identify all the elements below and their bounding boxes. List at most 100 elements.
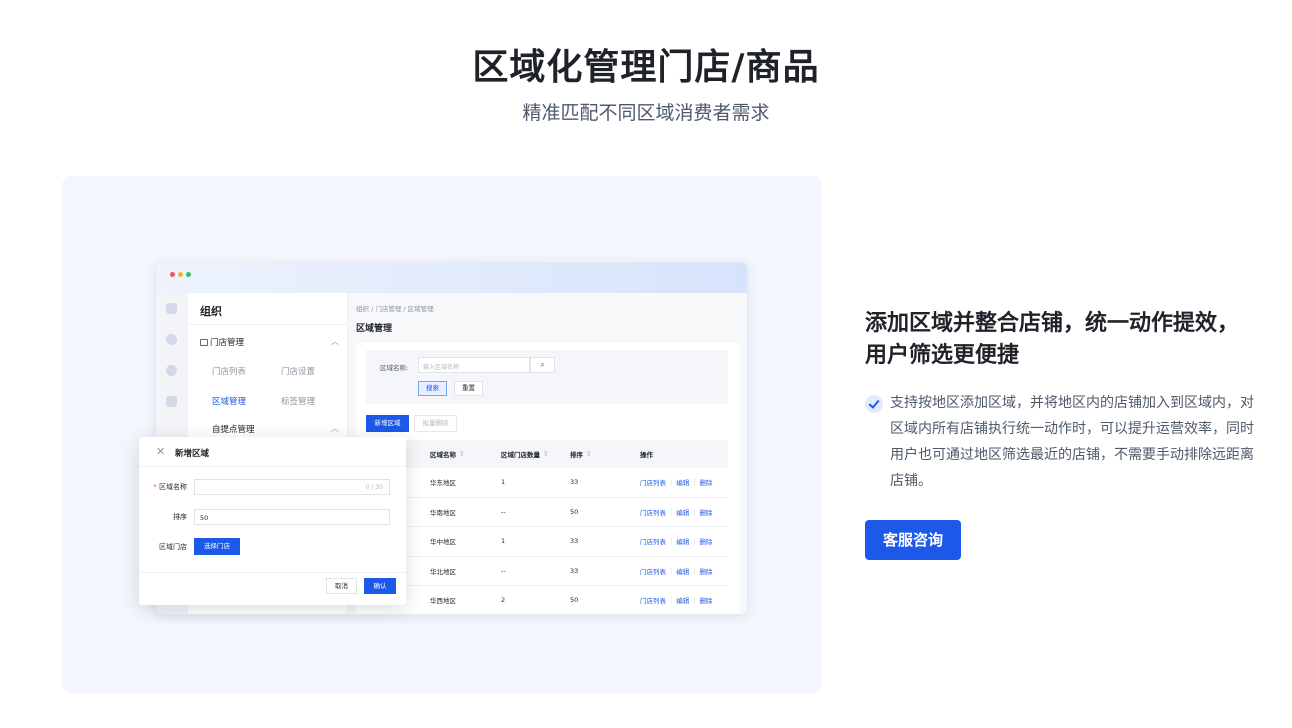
action-separator: | <box>693 566 696 575</box>
menu-group-pickup-management[interactable]: 自提点管理 <box>212 423 255 435</box>
row-actions: 门店列表 | 编辑 | 删除 <box>640 586 712 614</box>
sort-cell: 33 <box>570 537 579 546</box>
action-separator: | <box>693 478 696 487</box>
table-row: 华东地区 1 33 门店列表 | 编辑 | 删除 <box>366 468 728 498</box>
product-screenshot-panel: 组织 门店管理 ︿ 门店列表 门店设置 区域管理 标签管理 自提点管理 ︿ 组织… <box>62 176 822 693</box>
column-header-actions: 操作 <box>640 451 653 459</box>
window-close-dot-icon <box>170 272 175 277</box>
sidebar-divider <box>188 324 347 325</box>
store-count-cell: -- <box>501 507 506 516</box>
menu-group-label: 门店管理 <box>210 338 245 348</box>
sort-cell: 50 <box>570 596 579 605</box>
region-store-label: 区域门店 <box>159 543 187 551</box>
breadcrumb[interactable]: 组织 / 门店管理 / 区域管理 <box>356 303 434 313</box>
action-separator: | <box>670 566 673 575</box>
region-name-cell: 华西地区 <box>430 597 456 606</box>
store-list-link[interactable]: 门店列表 <box>640 477 666 487</box>
feature-description-text: 支持按地区添加区域，并将地区内的店铺加入到区域内，对区域内所有店铺执行统一动作时… <box>890 395 1254 489</box>
table-row: 华南地区 -- 50 门店列表 | 编辑 | 删除 <box>366 498 728 527</box>
chevron-up-icon[interactable]: ︿ <box>331 336 339 347</box>
table-row: 华西地区 2 50 门店列表 | 编辑 | 删除 <box>366 586 728 614</box>
region-name-input[interactable]: 输入区域名称 <box>418 357 530 373</box>
sidebar-item-tag-management[interactable]: 标签管理 <box>281 395 315 407</box>
region-name-cell: 华北地区 <box>430 567 456 576</box>
sort-icon: ⇕ <box>586 450 592 458</box>
search-form: 区域名称: 输入区域名称 ⌕ 搜索 重置 <box>366 350 728 404</box>
window-maximize-dot-icon <box>186 272 191 277</box>
window-titlebar <box>156 263 747 293</box>
column-header-sort[interactable]: 排序 ⇕ <box>570 440 591 468</box>
menu-group-store-management[interactable]: 门店管理 <box>200 336 244 348</box>
sort-cell: 50 <box>570 507 579 516</box>
sidebar-item-store-settings[interactable]: 门店设置 <box>281 365 315 377</box>
store-list-link[interactable]: 门店列表 <box>640 566 666 576</box>
row-actions: 门店列表 | 编辑 | 删除 <box>640 468 712 497</box>
store-icon <box>200 339 208 346</box>
row-actions: 门店列表 | 编辑 | 删除 <box>640 557 712 586</box>
region-table: 区域名称 ⇕ 区域门店数量 ⇕ 排序 ⇕ 操作 华东地区 1 33 门店列表 | 编辑 | 删除 华南… <box>366 440 728 614</box>
close-icon[interactable]: ✕ <box>156 445 165 458</box>
batch-delete-button[interactable]: 批量删除 <box>414 415 457 432</box>
confirm-button[interactable]: 确认 <box>364 578 396 594</box>
toggle-icon[interactable] <box>166 334 177 345</box>
reset-button[interactable]: 重置 <box>454 381 483 396</box>
store-count-cell: 1 <box>501 478 506 487</box>
action-separator: | <box>670 537 673 546</box>
action-separator: | <box>693 507 696 516</box>
search-icon[interactable]: ⌕ <box>530 357 555 373</box>
column-header-store-count[interactable]: 区域门店数量 ⇕ <box>501 440 548 468</box>
edit-link[interactable]: 编辑 <box>676 477 689 487</box>
region-name-field[interactable]: 0 / 30 <box>194 479 390 495</box>
dialog-divider <box>139 466 406 467</box>
action-separator: | <box>670 596 673 605</box>
column-header-region-name[interactable]: 区域名称 ⇕ <box>430 440 464 468</box>
delete-link[interactable]: 删除 <box>699 477 712 487</box>
chevron-up-icon[interactable]: ︿ <box>331 423 339 434</box>
cancel-button[interactable]: 取消 <box>326 578 357 594</box>
delete-link[interactable]: 删除 <box>699 566 712 576</box>
card-icon[interactable] <box>166 396 177 407</box>
sort-cell: 33 <box>570 478 579 487</box>
delete-link[interactable]: 删除 <box>699 595 712 605</box>
store-list-link[interactable]: 门店列表 <box>640 595 666 605</box>
check-icon <box>865 395 883 413</box>
action-separator: | <box>693 596 696 605</box>
document-icon[interactable] <box>166 303 177 314</box>
circle-icon[interactable] <box>166 365 177 376</box>
action-separator: | <box>693 537 696 546</box>
edit-link[interactable]: 编辑 <box>676 507 689 517</box>
store-count-cell: 1 <box>501 537 506 546</box>
feature-description: 支持按地区添加区域，并将地区内的店铺加入到区域内，对区域内所有店铺执行统一动作时… <box>865 390 1260 494</box>
customer-service-button[interactable]: 客服咨询 <box>865 520 961 560</box>
sidebar-title: 组织 <box>200 305 222 318</box>
row-actions: 门店列表 | 编辑 | 删除 <box>640 527 712 556</box>
table-body: 华东地区 1 33 门店列表 | 编辑 | 删除 华南地区 -- 50 门店列表 | 编辑 | 删除 华中地区 1… <box>366 468 728 614</box>
dialog-title: 新增区域 <box>175 449 210 459</box>
add-region-button[interactable]: 新增区域 <box>366 415 409 432</box>
choose-store-button[interactable]: 选择门店 <box>194 538 240 555</box>
edit-link[interactable]: 编辑 <box>676 566 689 576</box>
char-counter: 0 / 30 <box>365 484 383 491</box>
sort-field-label: 排序 <box>173 513 187 521</box>
window-minimize-dot-icon <box>178 272 183 277</box>
region-name-field-label: * 区域名称 <box>153 483 187 491</box>
sidebar-item-region-management[interactable]: 区域管理 <box>212 395 246 407</box>
page-title: 区域化管理门店/商品 <box>472 47 820 88</box>
sort-icon: ⇕ <box>459 450 465 458</box>
section-title: 区域管理 <box>356 324 393 334</box>
edit-link[interactable]: 编辑 <box>676 595 689 605</box>
delete-link[interactable]: 删除 <box>699 536 712 546</box>
sort-field[interactable]: 50 <box>194 509 390 525</box>
sort-icon: ⇕ <box>543 450 549 458</box>
action-separator: | <box>670 478 673 487</box>
sort-cell: 33 <box>570 566 579 575</box>
sidebar-item-store-list[interactable]: 门店列表 <box>212 365 246 377</box>
store-list-link[interactable]: 门店列表 <box>640 507 666 517</box>
feature-title: 添加区域并整合店铺，统一动作提效，用户筛选更便捷 <box>865 311 1240 368</box>
edit-link[interactable]: 编辑 <box>676 536 689 546</box>
delete-link[interactable]: 删除 <box>699 507 712 517</box>
store-list-link[interactable]: 门店列表 <box>640 536 666 546</box>
search-button[interactable]: 搜索 <box>418 381 447 396</box>
dialog-footer-divider <box>139 572 406 573</box>
main-area: 组织 / 门店管理 / 区域管理 区域管理 区域名称: 输入区域名称 ⌕ 搜索 … <box>349 293 747 614</box>
